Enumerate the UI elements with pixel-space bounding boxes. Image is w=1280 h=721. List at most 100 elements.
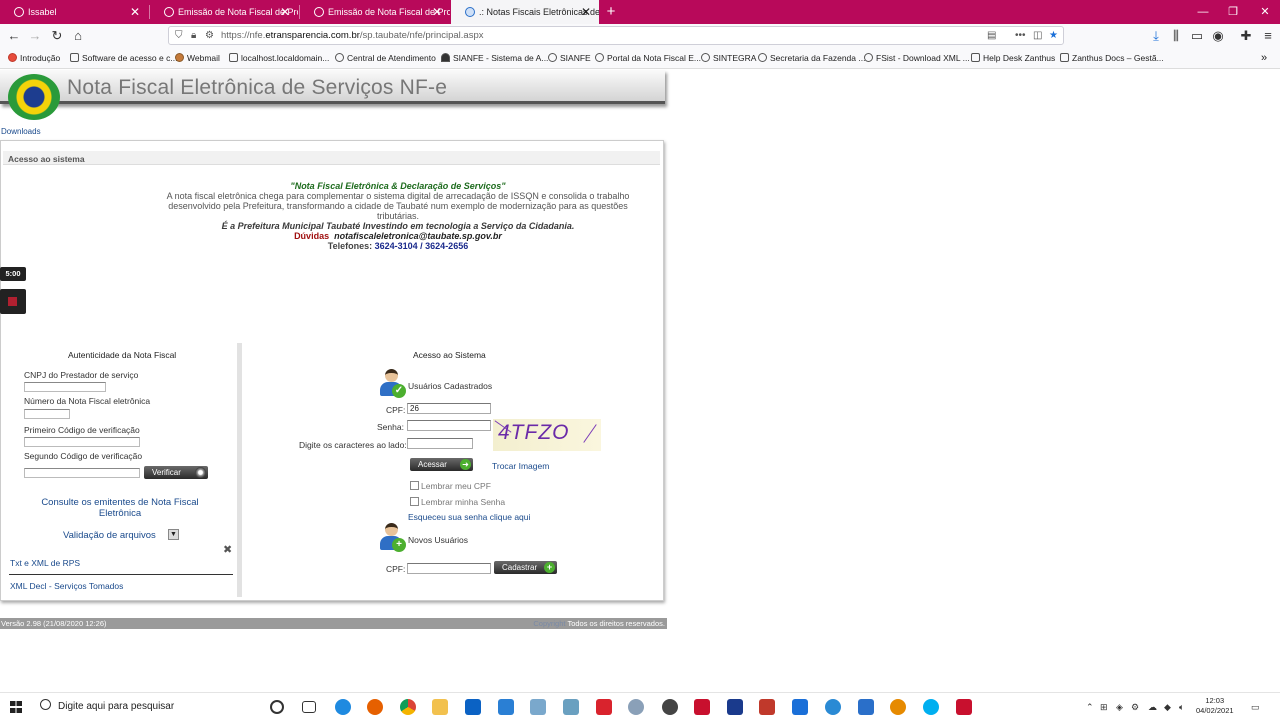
bookmark-secretaria[interactable]: Secretaria da Fazenda ... [758, 47, 865, 69]
lembrar-cpf-checkbox[interactable] [410, 481, 419, 490]
cadastrar-button[interactable]: Cadastrar + [494, 561, 557, 574]
bookmark-sianfe[interactable]: SIANFE [548, 47, 591, 69]
verificar-button[interactable]: Verificar [144, 466, 208, 479]
windows-start-icon[interactable] [10, 701, 22, 713]
tray-app-icon[interactable]: ◈ [1116, 702, 1123, 713]
notifications-icon[interactable]: ▭ [1251, 702, 1260, 713]
cortana-icon[interactable] [270, 700, 284, 714]
lembrar-senha-checkbox[interactable] [410, 497, 419, 506]
tray-chevron-icon[interactable]: ⌃ [1086, 702, 1094, 713]
dropbox-icon[interactable]: ◆ [1164, 702, 1171, 713]
edge-icon[interactable] [335, 699, 351, 715]
new-tab-button[interactable]: + [603, 0, 619, 24]
anydesk-icon[interactable] [694, 699, 710, 715]
url-text[interactable]: https://nfe.etransparencia.com.br/sp.tau… [221, 27, 484, 44]
trocar-imagem-link[interactable]: Trocar Imagem [492, 461, 549, 471]
extensions-icon[interactable]: ✚ [1236, 26, 1256, 45]
home-button[interactable]: ⌂ [68, 26, 88, 45]
tray-app-icon[interactable]: ⚙ [1131, 702, 1139, 713]
app-icon[interactable] [890, 699, 906, 715]
cpf-input[interactable]: 26 [407, 403, 491, 414]
chrome-icon[interactable] [400, 699, 416, 715]
sidebar-icon[interactable]: ▭ [1187, 26, 1207, 45]
tab-notas-fiscais[interactable]: .: Notas Fiscais Eletrônicas de S ✕ [451, 0, 599, 24]
app-icon[interactable] [825, 699, 841, 715]
tab-emissao-1[interactable]: Emissão de Nota Fiscal de Pro ✕ [150, 0, 298, 24]
novo-cpf-input[interactable] [407, 563, 491, 574]
bookmark-localhost[interactable]: localhost.localdomain... [229, 47, 329, 69]
taskbar-search-input[interactable]: Digite aqui para pesquisar [58, 693, 174, 721]
cnpj-input[interactable] [24, 382, 106, 392]
bookmark-central[interactable]: Central de Atendimento [335, 47, 436, 69]
xml-decl-link[interactable]: XML Decl - Serviços Tomados [10, 581, 123, 591]
close-window-button[interactable]: ✕ [1250, 0, 1280, 24]
app-icon[interactable] [727, 699, 743, 715]
app-icon[interactable] [759, 699, 775, 715]
skype-icon[interactable] [923, 699, 939, 715]
acessar-button[interactable]: Acessar ➜ [410, 458, 473, 471]
reload-button[interactable]: ↻ [47, 26, 67, 45]
acrobat-icon[interactable] [956, 699, 972, 715]
outlook-icon[interactable] [465, 699, 481, 715]
bookmark-introducao[interactable]: Introdução [8, 47, 60, 69]
senha-input[interactable] [407, 420, 491, 431]
bookmark-webmail[interactable]: Webmail [175, 47, 220, 69]
app-icon[interactable] [563, 699, 579, 715]
app-icon[interactable] [530, 699, 546, 715]
mail-icon[interactable] [498, 699, 514, 715]
bookmark-help-desk[interactable]: Help Desk Zanthus [971, 47, 1055, 69]
library-icon[interactable]: ⫼ [1166, 26, 1186, 45]
pocket-icon[interactable]: ◫ [1033, 27, 1042, 44]
consulte-emitentes-link[interactable]: Consulte os emitentes de Nota Fiscal Ele… [40, 497, 200, 519]
bookmark-sintegra[interactable]: SINTEGRA [701, 47, 756, 69]
cloud-icon[interactable]: ☁ [1148, 702, 1157, 713]
menu-icon[interactable]: ≡ [1258, 26, 1278, 45]
lock-icon[interactable]: 🔒︎ [191, 27, 196, 44]
chevron-down-icon[interactable]: ▼ [168, 529, 179, 540]
file-explorer-icon[interactable] [432, 699, 448, 715]
validacao-arquivos-title[interactable]: Validação de arquivos [63, 530, 156, 541]
numero-nota-input[interactable] [24, 409, 70, 419]
bookmark-portal-nf[interactable]: Portal da Nota Fiscal E... [595, 47, 701, 69]
bookmark-star-icon[interactable]: ★ [1049, 27, 1058, 44]
app-icon[interactable] [792, 699, 808, 715]
task-view-icon[interactable] [302, 701, 316, 713]
app-icon[interactable] [596, 699, 612, 715]
downloads-link[interactable]: Downloads [1, 127, 41, 136]
reader-view-icon[interactable]: ▤ [987, 27, 996, 44]
close-tab-icon[interactable]: ✕ [432, 0, 442, 24]
close-icon[interactable]: ✖ [223, 543, 232, 556]
segundo-codigo-input[interactable] [24, 468, 140, 478]
tab-issabel[interactable]: Issabel ✕ [0, 0, 148, 24]
network-icon[interactable]: ⊞ [1100, 702, 1108, 713]
bookmark-zanthus-docs[interactable]: Zanthus Docs – Gestã... [1060, 47, 1164, 69]
tab-emissao-2[interactable]: Emissão de Nota Fiscal de Pro ✕ [300, 0, 450, 24]
back-button[interactable]: ← [4, 26, 24, 45]
firefox-icon[interactable] [367, 699, 383, 715]
txt-xml-rps-link[interactable]: Txt e XML de RPS [10, 558, 80, 568]
close-tab-icon[interactable]: ✕ [581, 0, 591, 24]
bookmark-software[interactable]: Software de acesso e c... [70, 47, 177, 69]
shield-icon[interactable]: ⛉ [175, 27, 183, 44]
tray-clock[interactable]: 12:03 04/02/2021 [1196, 696, 1234, 716]
captcha-input[interactable] [407, 438, 473, 449]
close-tab-icon[interactable]: ✕ [130, 0, 140, 24]
forward-button[interactable]: → [25, 26, 45, 45]
app-icon[interactable] [628, 699, 644, 715]
esqueceu-senha-link[interactable]: Esqueceu sua senha clique aqui [408, 512, 530, 522]
permissions-icon[interactable]: ⚙ [205, 27, 214, 44]
search-icon[interactable] [40, 699, 51, 710]
bookmark-fsist[interactable]: FSist - Download XML ... [864, 47, 970, 69]
primeiro-codigo-input[interactable] [24, 437, 140, 447]
account-icon[interactable]: ◉ [1208, 26, 1228, 45]
close-tab-icon[interactable]: ✕ [280, 0, 290, 24]
bookmark-sianfe-sistema[interactable]: SIANFE - Sistema de A... [441, 47, 548, 69]
address-bar[interactable]: ⛉ 🔒︎ ⚙ https://nfe.etransparencia.com.br… [168, 26, 1064, 45]
more-bookmarks-icon[interactable]: » [1261, 47, 1267, 69]
app-icon[interactable] [662, 699, 678, 715]
downloads-icon[interactable]: ⤓ [1146, 26, 1166, 45]
app-icon[interactable] [858, 699, 874, 715]
stop-recording-button[interactable] [0, 289, 26, 314]
restore-window-button[interactable]: ❐ [1218, 0, 1248, 24]
volume-icon[interactable]: 🔈︎ [1179, 702, 1184, 713]
